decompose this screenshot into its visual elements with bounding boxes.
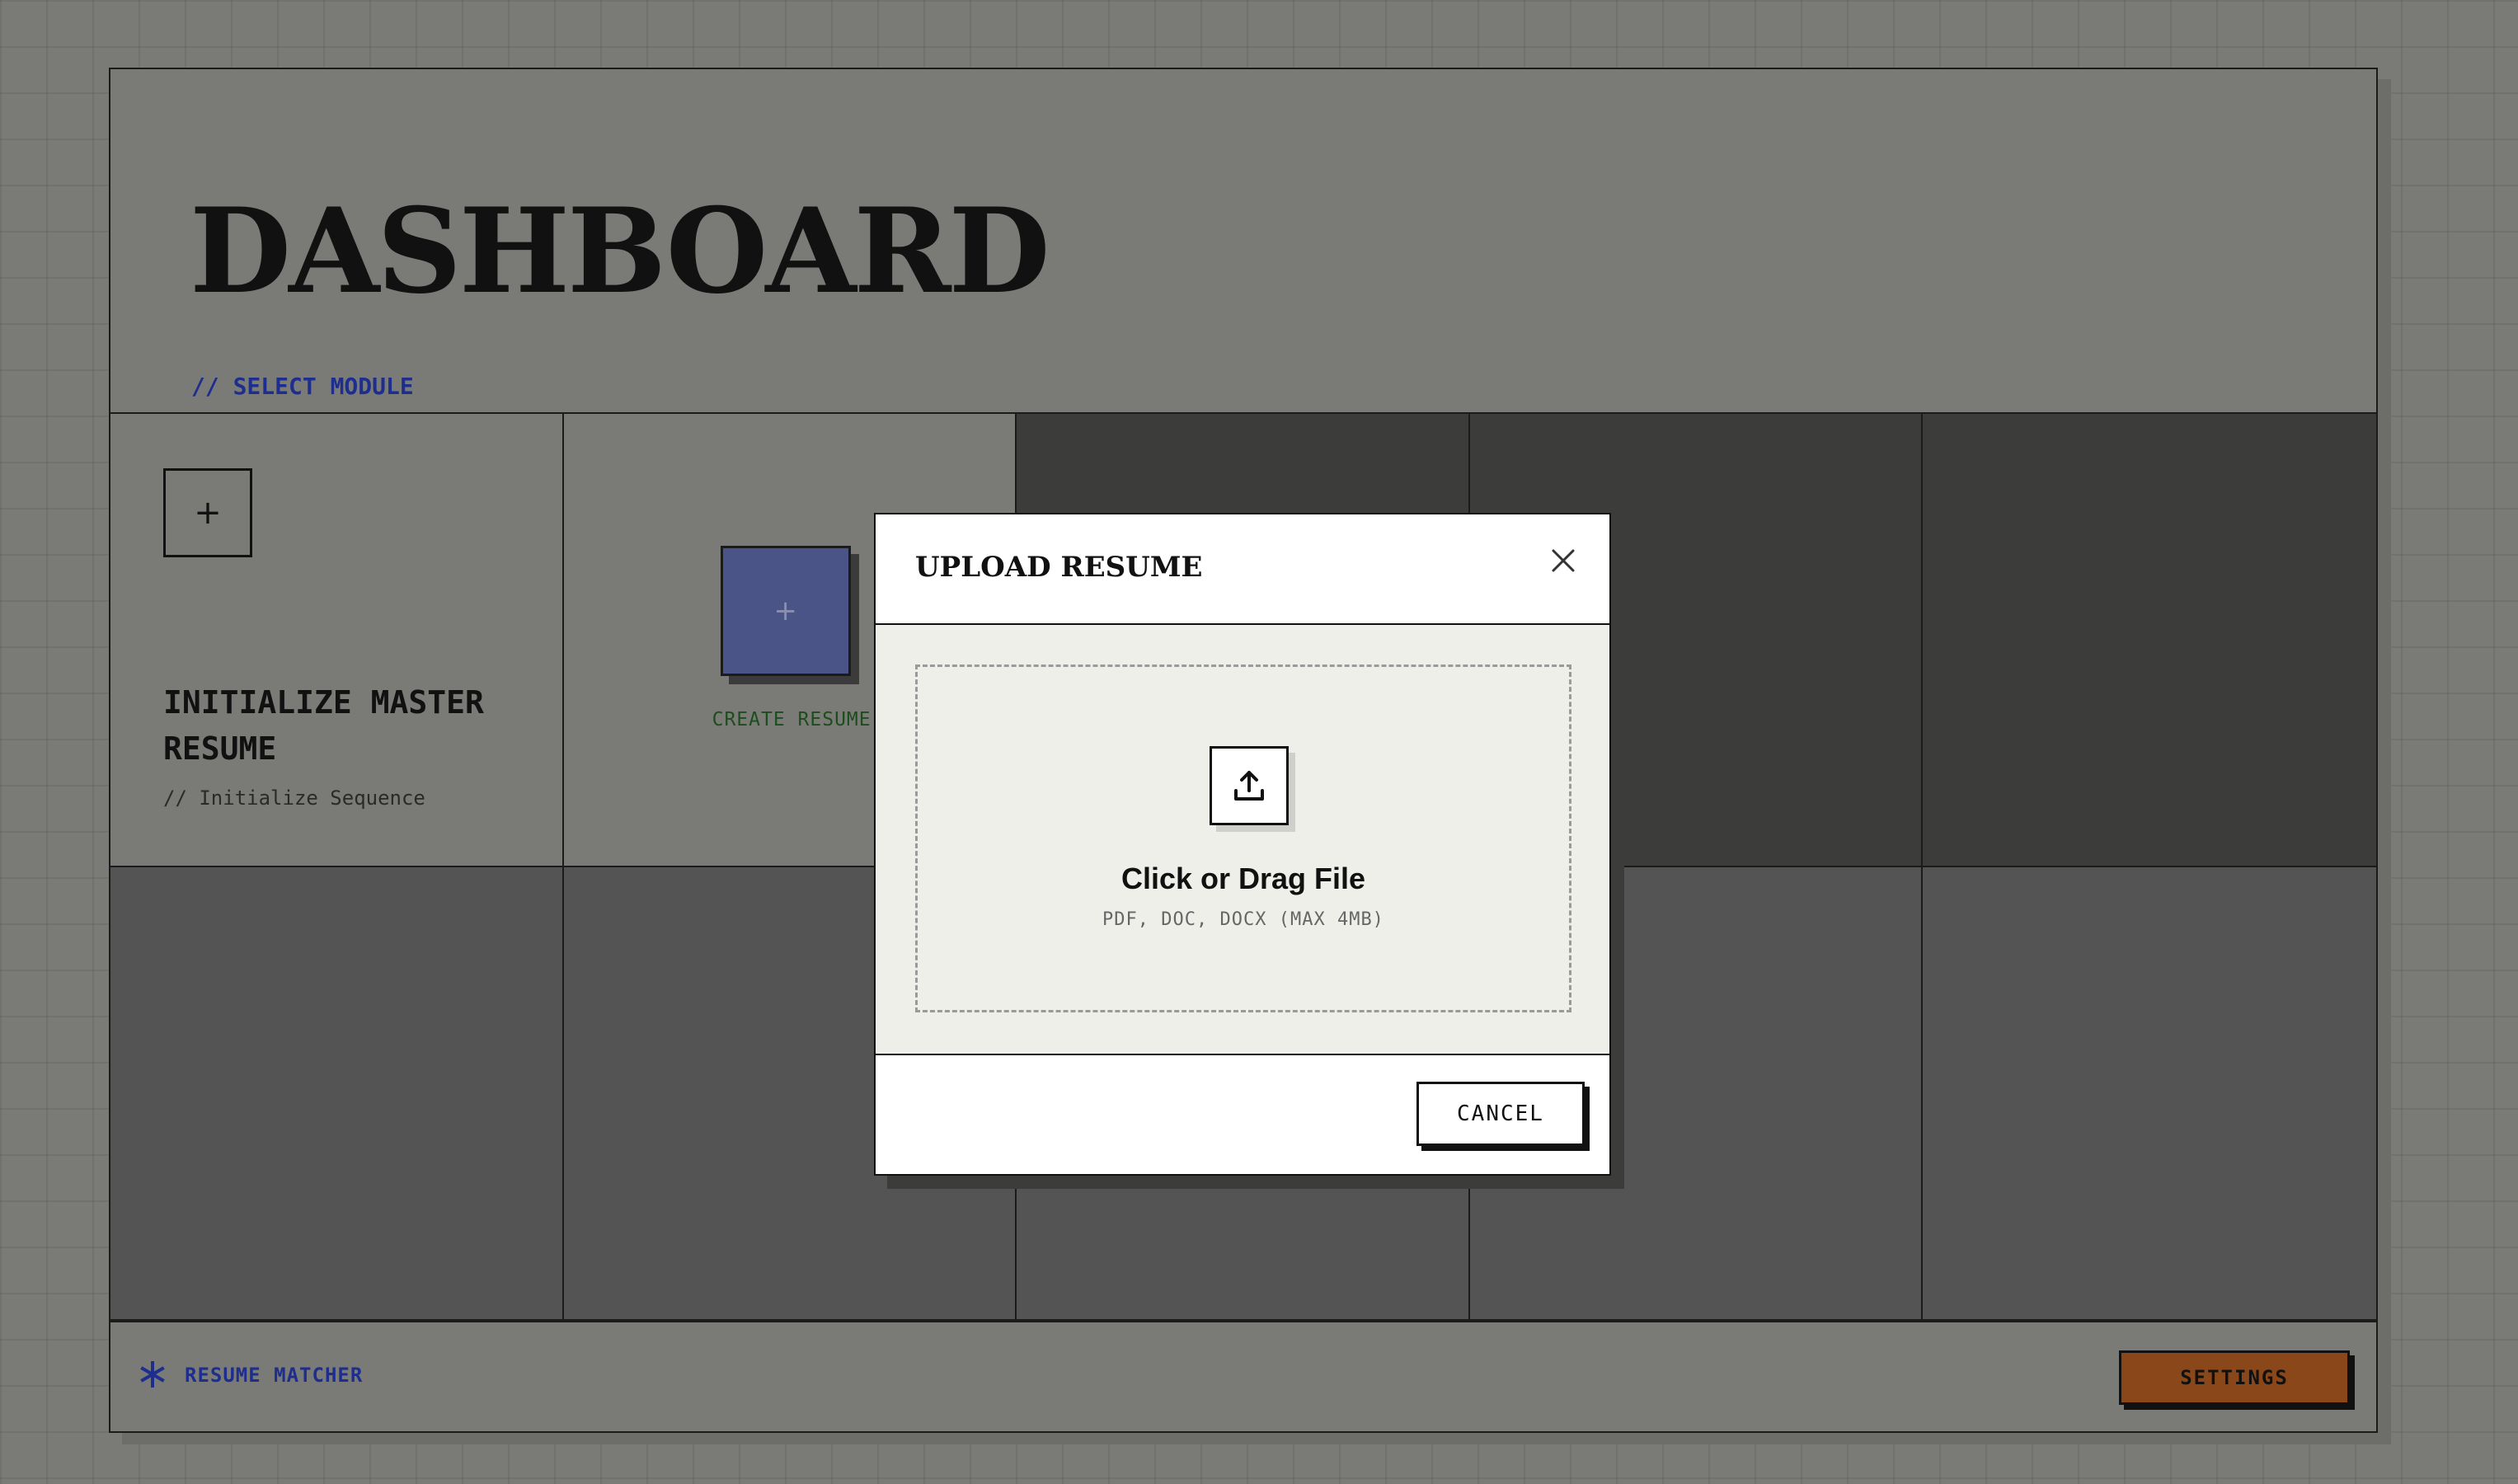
module-card-initialize-master[interactable]: + INITIALIZE MASTER RESUME // Initialize…	[110, 414, 564, 867]
modal-title: UPLOAD RESUME	[915, 551, 1203, 584]
page-subtitle: // SELECT MODULE	[191, 373, 414, 400]
plus-icon: +	[163, 468, 252, 557]
footer-bar: RESUME MATCHER SETTINGS	[110, 1321, 2376, 1431]
dashboard-header: DASHBOARD // SELECT MODULE	[110, 69, 2376, 414]
create-resume-label: CREATE RESUME	[712, 709, 871, 730]
dropzone-hint: PDF, DOC, DOCX (MAX 4MB)	[1102, 909, 1384, 930]
modal-body: Click or Drag File PDF, DOC, DOCX (MAX 4…	[876, 625, 1609, 1055]
module-card-empty	[110, 867, 564, 1321]
cancel-button[interactable]: CANCEL	[1416, 1082, 1585, 1146]
modal-header: UPLOAD RESUME	[876, 514, 1609, 625]
page-title: DASHBOARD	[190, 183, 1050, 320]
upload-icon	[1210, 746, 1289, 825]
settings-button[interactable]: SETTINGS	[2119, 1350, 2350, 1405]
module-card-empty	[1923, 867, 2376, 1321]
plus-icon: +	[773, 594, 797, 627]
module-subtitle: // Initialize Sequence	[163, 787, 425, 810]
close-icon	[1552, 549, 1575, 572]
close-button[interactable]	[1542, 539, 1585, 582]
asterisk-icon	[139, 1360, 167, 1388]
brand-name: RESUME MATCHER	[185, 1364, 364, 1387]
upload-resume-modal: UPLOAD RESUME Click or Drag File PDF, DO…	[874, 513, 1611, 1176]
create-resume-button[interactable]: +	[720, 546, 851, 676]
module-card-empty	[1923, 414, 2376, 867]
file-dropzone[interactable]: Click or Drag File PDF, DOC, DOCX (MAX 4…	[915, 665, 1571, 1012]
module-title: INITIALIZE MASTER RESUME	[163, 684, 484, 767]
dropzone-title: Click or Drag File	[1120, 862, 1366, 895]
